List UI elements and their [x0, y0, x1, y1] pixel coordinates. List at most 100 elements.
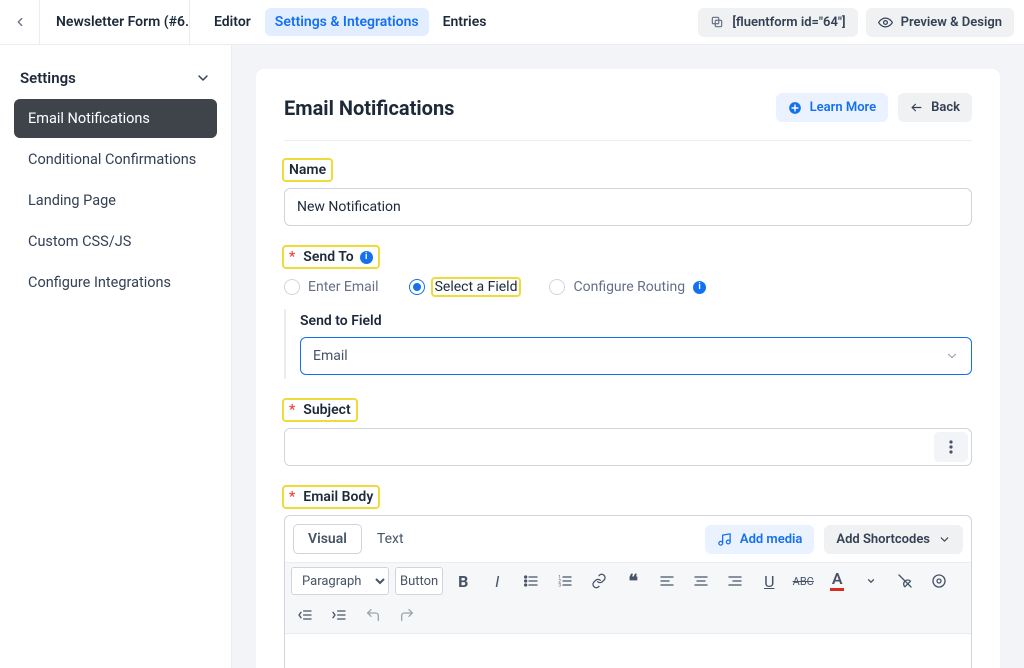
- align-center-icon[interactable]: [687, 567, 715, 595]
- required-marker: *: [289, 249, 295, 265]
- label-send-to: * Send To i: [284, 247, 378, 267]
- sidebar-group-settings[interactable]: Settings: [14, 59, 217, 99]
- add-media-label: Add media: [740, 532, 803, 547]
- radio-icon: [549, 279, 565, 295]
- send-to-field-select[interactable]: Email: [300, 337, 972, 375]
- preview-design-button[interactable]: Preview & Design: [866, 8, 1014, 37]
- editor-mode-tabs: Visual Text: [293, 524, 419, 554]
- text-color-letter: A: [832, 571, 843, 587]
- send-to-options: Enter Email Select a Field Configure Rou…: [284, 279, 972, 295]
- preview-design-label: Preview & Design: [901, 15, 1002, 30]
- label-email-body: * Email Body: [284, 487, 378, 507]
- page-title: Email Notifications: [284, 96, 454, 120]
- label-subject: * Subject: [284, 400, 356, 420]
- field-send-to: * Send To i Enter Email Select a Field: [284, 246, 972, 379]
- align-right-icon[interactable]: [721, 567, 749, 595]
- sidebar-item-custom-css-js[interactable]: Custom CSS/JS: [14, 222, 217, 261]
- tab-editor[interactable]: Editor: [204, 8, 261, 36]
- add-media-button[interactable]: Add media: [705, 525, 815, 554]
- layout-body: Settings Email Notifications Conditional…: [0, 45, 1024, 668]
- subject-input-wrap: [284, 428, 972, 466]
- send-to-field-block: Send to Field Email: [284, 309, 972, 379]
- bold-icon[interactable]: B: [449, 567, 477, 595]
- copy-icon: [710, 15, 724, 29]
- editor-toolbar: Paragraph Button B I 123: [285, 562, 971, 634]
- label-email-body-text: Email Body: [303, 489, 373, 505]
- text-color-dropdown-icon[interactable]: [857, 567, 885, 595]
- required-marker: *: [289, 402, 295, 418]
- panel-header: Email Notifications Learn More Back: [284, 93, 972, 141]
- sidebar-item-conditional-confirmations[interactable]: Conditional Confirmations: [14, 140, 217, 179]
- sidebar-item-configure-integrations[interactable]: Configure Integrations: [14, 263, 217, 302]
- top-bar-right: [fluentform id="64"] Preview & Design: [698, 8, 1014, 37]
- editor-actions: Add media Add Shortcodes: [705, 525, 963, 554]
- editor-tab-visual[interactable]: Visual: [293, 524, 362, 554]
- field-email-body: * Email Body Visual Text Add media: [284, 486, 972, 668]
- special-character-icon[interactable]: [925, 567, 953, 595]
- radio-enter-email-label: Enter Email: [308, 279, 379, 295]
- indent-icon[interactable]: [325, 601, 353, 629]
- media-icon: [717, 532, 732, 547]
- clear-formatting-icon[interactable]: [891, 567, 919, 595]
- back-button[interactable]: [0, 0, 40, 44]
- button-insert-button[interactable]: Button: [395, 567, 443, 595]
- panel-back-label: Back: [931, 100, 960, 115]
- main-scroll[interactable]: Email Notifications Learn More Back Name: [232, 45, 1024, 668]
- plus-circle-icon: [788, 101, 802, 115]
- label-subject-text: Subject: [303, 402, 350, 418]
- radio-icon: [409, 279, 425, 295]
- editor-tab-text[interactable]: Text: [362, 524, 419, 554]
- outdent-icon[interactable]: [291, 601, 319, 629]
- shortcode-copy-button[interactable]: [fluentform id="64"]: [698, 8, 857, 37]
- sidebar-item-landing-page[interactable]: Landing Page: [14, 181, 217, 220]
- radio-icon: [284, 279, 300, 295]
- chevron-down-icon: [195, 70, 211, 86]
- radio-enter-email[interactable]: Enter Email: [284, 279, 379, 295]
- field-name: Name: [284, 159, 972, 226]
- link-icon[interactable]: [585, 567, 613, 595]
- add-shortcodes-label: Add Shortcodes: [836, 532, 930, 547]
- add-shortcodes-button[interactable]: Add Shortcodes: [824, 525, 963, 554]
- email-body-editor: Visual Text Add media Add Shortcodes: [284, 515, 972, 668]
- form-title[interactable]: Newsletter Form (#6…: [40, 0, 190, 44]
- paragraph-select[interactable]: Paragraph: [291, 567, 389, 595]
- top-bar: Newsletter Form (#6… Editor Settings & I…: [0, 0, 1024, 45]
- learn-more-label: Learn More: [810, 100, 876, 115]
- radio-configure-routing[interactable]: Configure Routing i: [549, 279, 706, 295]
- undo-icon[interactable]: [359, 601, 387, 629]
- blockquote-icon[interactable]: ❝: [619, 567, 647, 595]
- underline-icon[interactable]: U: [755, 567, 783, 595]
- kebab-icon: [949, 440, 953, 454]
- arrow-left-icon: [910, 101, 923, 114]
- sidebar-group-label: Settings: [20, 69, 76, 87]
- tab-settings-integrations[interactable]: Settings & Integrations: [265, 8, 429, 36]
- numbered-list-icon[interactable]: 123: [551, 567, 579, 595]
- header-tabs: Editor Settings & Integrations Entries: [190, 8, 510, 36]
- email-body-canvas[interactable]: [285, 634, 971, 668]
- info-icon[interactable]: i: [360, 251, 373, 264]
- align-left-icon[interactable]: [653, 567, 681, 595]
- radio-select-field-label: Select a Field: [433, 279, 520, 295]
- subject-input[interactable]: [285, 429, 934, 465]
- learn-more-button[interactable]: Learn More: [776, 93, 888, 122]
- radio-select-field[interactable]: Select a Field: [409, 279, 520, 295]
- italic-icon[interactable]: I: [483, 567, 511, 595]
- chevron-down-icon: [938, 533, 951, 546]
- chevron-down-icon: [945, 349, 959, 363]
- subject-shortcode-button[interactable]: [934, 432, 968, 462]
- bulleted-list-icon[interactable]: [517, 567, 545, 595]
- panel-actions: Learn More Back: [776, 93, 972, 122]
- chevron-left-icon: [13, 15, 27, 29]
- redo-icon[interactable]: [393, 601, 421, 629]
- editor-topbar: Visual Text Add media Add Shortcodes: [285, 516, 971, 562]
- top-bar-left: Newsletter Form (#6… Editor Settings & I…: [0, 0, 510, 44]
- label-name: Name: [284, 160, 331, 180]
- eye-icon: [878, 15, 893, 30]
- text-color-icon[interactable]: A: [823, 567, 851, 595]
- name-input[interactable]: [284, 188, 972, 226]
- strikethrough-icon[interactable]: ABC: [789, 567, 817, 595]
- info-icon[interactable]: i: [693, 281, 706, 294]
- sidebar-item-email-notifications[interactable]: Email Notifications: [14, 99, 217, 138]
- panel-back-button[interactable]: Back: [898, 93, 972, 122]
- tab-entries[interactable]: Entries: [433, 8, 497, 36]
